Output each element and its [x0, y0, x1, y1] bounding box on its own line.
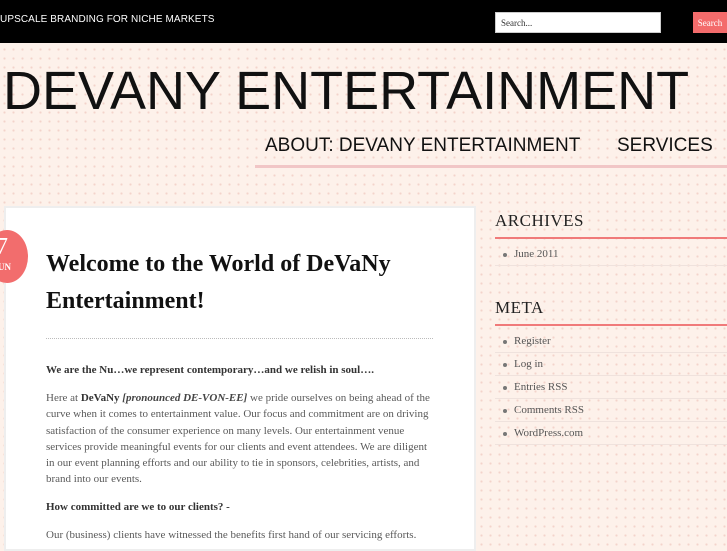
- post-question: How committed are we to our clients? -: [46, 499, 436, 515]
- meta-item: Comments RSS: [495, 399, 727, 422]
- site-title[interactable]: DEVANY ENTERTAINMENT: [3, 64, 689, 118]
- post-para1-prefix: Here at: [46, 392, 81, 404]
- post-question-text: How committed are we to our clients? -: [46, 501, 230, 513]
- site-tagline: UPSCALE BRANDING FOR NICHE MARKETS: [0, 14, 215, 25]
- post-date-month: UN: [0, 262, 11, 272]
- bullet-icon: [503, 363, 507, 367]
- post-title[interactable]: Welcome to the World of DeVaNy Entertain…: [46, 246, 426, 320]
- bullet-icon: [503, 409, 507, 413]
- meta-link-login[interactable]: Log in: [514, 358, 543, 370]
- post-date-day: 7: [0, 234, 8, 260]
- meta-item: Log in: [495, 353, 727, 376]
- archives-list: June 2011: [495, 243, 727, 266]
- meta-link-wordpress[interactable]: WordPress.com: [514, 427, 583, 439]
- post-intro: We are the Nu…we represent contemporary……: [46, 362, 436, 378]
- meta-item: Entries RSS: [495, 376, 727, 399]
- nav-item-services[interactable]: SERVICES: [617, 135, 713, 157]
- archive-item: June 2011: [495, 243, 727, 266]
- top-bar: UPSCALE BRANDING FOR NICHE MARKETS Searc…: [0, 0, 727, 43]
- bullet-icon: [503, 340, 507, 344]
- meta-item: Register: [495, 330, 727, 353]
- post-divider: [46, 338, 433, 339]
- meta-link-entries-rss[interactable]: Entries RSS: [514, 381, 567, 393]
- bullet-icon: [503, 253, 507, 257]
- meta-heading: META: [495, 298, 727, 326]
- meta-link-comments-rss[interactable]: Comments RSS: [514, 404, 584, 416]
- search-button[interactable]: Search: [693, 12, 727, 33]
- archives-heading: ARCHIVES: [495, 211, 727, 239]
- main-nav: ABOUT: DEVANY ENTERTAINMENT SERVICES: [255, 133, 727, 168]
- bullet-icon: [503, 386, 507, 390]
- post-paragraph-1: Here at DeVaNy [pronounced DE-VON-EE] we…: [46, 390, 436, 488]
- meta-link-register[interactable]: Register: [514, 335, 551, 347]
- archive-link-june-2011[interactable]: June 2011: [514, 248, 559, 260]
- post-brand-name: DeVaNy: [80, 392, 120, 404]
- nav-item-about[interactable]: ABOUT: DEVANY ENTERTAINMENT: [265, 135, 580, 157]
- search-input[interactable]: [495, 12, 661, 33]
- post-para1-rest: we pride ourselves on being ahead of the…: [46, 392, 430, 486]
- post-intro-text: We are the Nu…we represent contemporary……: [46, 364, 374, 376]
- post-pronunciation: [pronounced DE-VON-EE]: [122, 392, 248, 404]
- bullet-icon: [503, 432, 507, 436]
- meta-item: WordPress.com: [495, 422, 727, 445]
- meta-list: Register Log in Entries RSS Comments RSS…: [495, 330, 727, 445]
- post-paragraph-2: Our (business) clients have witnessed th…: [46, 529, 417, 541]
